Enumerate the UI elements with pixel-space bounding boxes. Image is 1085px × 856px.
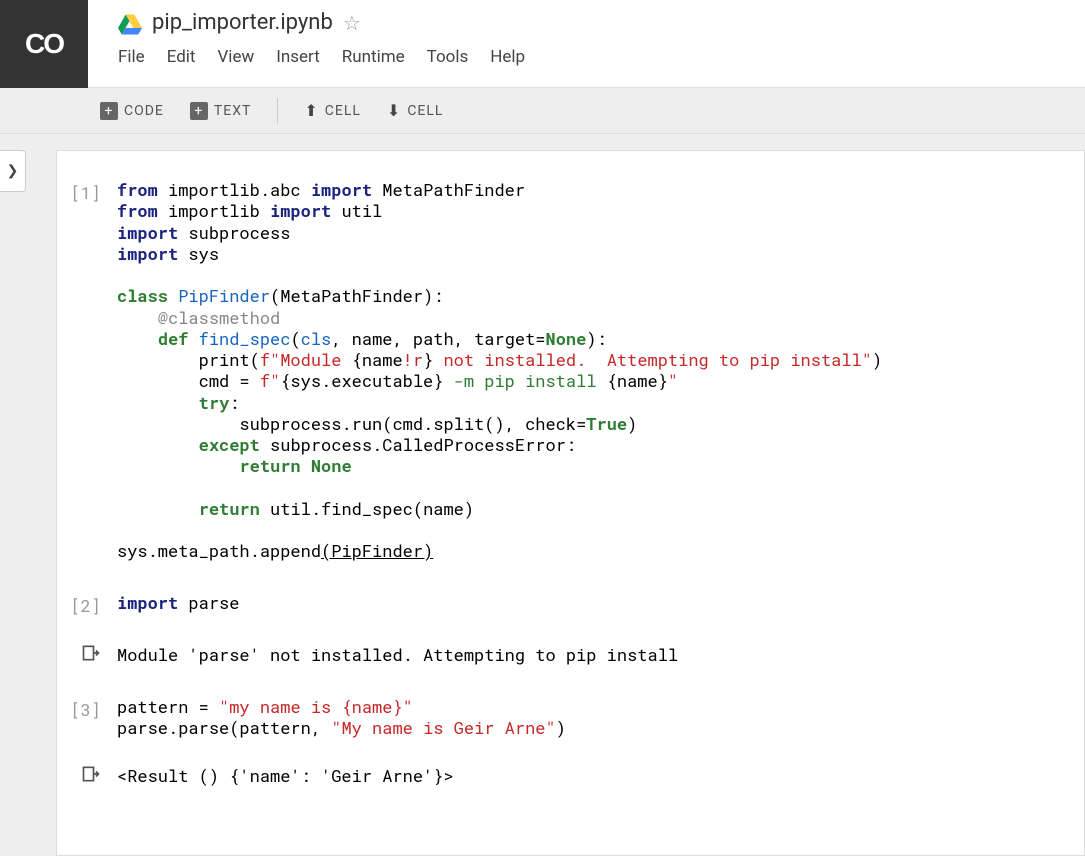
cell-down-label: CELL [407, 103, 443, 119]
cell-prompt: [3] [67, 696, 117, 739]
menu-help[interactable]: Help [490, 47, 525, 67]
cell-up-button[interactable]: ⬆ CELL [294, 97, 371, 124]
body-area: ❯ [1]from importlib.abc import MetaPathF… [0, 134, 1085, 856]
cell-3[interactable]: [3]pattern = "my name is {name}" parse.p… [57, 696, 1084, 788]
menubar: File Edit View Insert Runtime Tools Help [118, 35, 1085, 77]
logo-text: CO [25, 28, 63, 60]
sidebar-toggle[interactable]: ❯ [0, 150, 26, 192]
output-icon [67, 764, 117, 784]
add-code-button[interactable]: + CODE [90, 98, 174, 124]
cell-2[interactable]: [2]import parse Module 'parse' not instal… [57, 592, 1084, 666]
menu-file[interactable]: File [118, 47, 145, 67]
header-bar: CO pip_importer.ipynb ☆ File Edit View I… [0, 0, 1085, 88]
colab-logo[interactable]: CO [0, 0, 88, 88]
star-icon[interactable]: ☆ [343, 11, 361, 35]
google-drive-icon [118, 11, 142, 35]
menu-view[interactable]: View [217, 47, 254, 67]
menu-runtime[interactable]: Runtime [342, 47, 405, 67]
toolbar-divider [277, 98, 278, 124]
cell-output: <Result () {'name': 'Geir Arne'}> [57, 764, 1084, 787]
output-text: <Result () {'name': 'Geir Arne'}> [117, 764, 1084, 787]
notebook-title[interactable]: pip_importer.ipynb [152, 10, 333, 35]
cell-down-button[interactable]: ⬇ CELL [377, 97, 454, 124]
arrow-up-icon: ⬆ [304, 101, 318, 120]
menu-edit[interactable]: Edit [167, 47, 196, 67]
menu-insert[interactable]: Insert [276, 47, 320, 67]
add-text-label: TEXT [214, 103, 251, 119]
add-text-button[interactable]: + TEXT [180, 98, 261, 124]
add-code-label: CODE [124, 103, 164, 119]
plus-icon: + [190, 102, 208, 120]
output-text: Module 'parse' not installed. Attempting… [117, 643, 1084, 666]
arrow-down-icon: ⬇ [387, 101, 401, 120]
cell-prompt: [1] [67, 179, 117, 562]
cell-code[interactable]: pattern = "my name is {name}" parse.pars… [117, 696, 1084, 739]
notebook-panel[interactable]: [1]from importlib.abc import MetaPathFin… [56, 150, 1085, 856]
cell-output: Module 'parse' not installed. Attempting… [57, 643, 1084, 666]
menu-tools[interactable]: Tools [427, 47, 469, 67]
toolbar: + CODE + TEXT ⬆ CELL ⬇ CELL [0, 88, 1085, 134]
chevron-right-icon: ❯ [7, 163, 19, 179]
cell-1[interactable]: [1]from importlib.abc import MetaPathFin… [57, 179, 1084, 562]
output-icon [67, 643, 117, 663]
cell-code[interactable]: import parse [117, 592, 1084, 617]
cell-prompt: [2] [67, 592, 117, 617]
cell-code[interactable]: from importlib.abc import MetaPathFinder… [117, 179, 1084, 562]
plus-icon: + [100, 102, 118, 120]
cell-up-label: CELL [325, 103, 361, 119]
